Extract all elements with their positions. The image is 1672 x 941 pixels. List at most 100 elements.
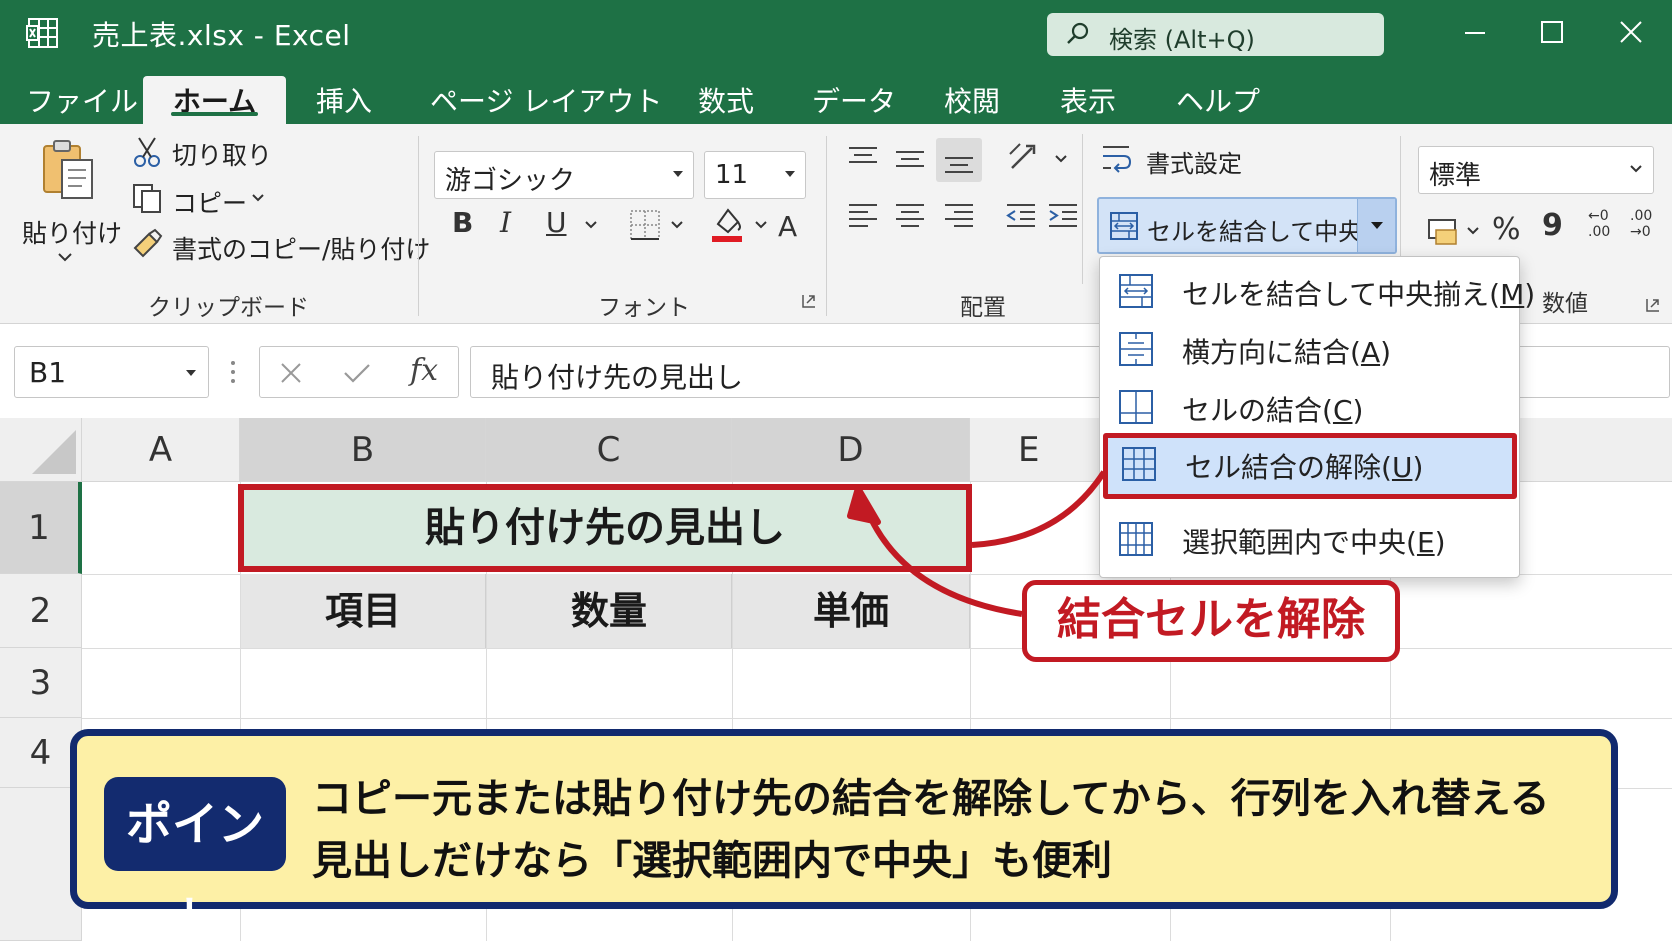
chevron-down-icon[interactable]	[754, 220, 768, 230]
menu-item-unmerge-cells[interactable]: セル結合の解除(U)	[1103, 433, 1517, 499]
fill-color-icon[interactable]	[708, 204, 746, 244]
dialog-launcher-icon[interactable]	[1646, 298, 1660, 312]
tab-formulas[interactable]: 数式	[698, 76, 754, 124]
menu-item-label: セル結合の解除(U)	[1185, 446, 1423, 486]
name-box[interactable]: B1	[14, 346, 209, 398]
align-left-icon[interactable]	[846, 200, 880, 232]
menu-item-merge-cells[interactable]: セルの結合(C)	[1100, 377, 1519, 435]
row-header-1[interactable]: 1	[0, 482, 82, 574]
point-text-line-2: 見出しだけなら「選択範囲内で中央」も便利	[312, 838, 1112, 884]
close-icon[interactable]	[1608, 10, 1654, 56]
merge-dropdown-menu: セルを結合して中央揃え(M) 横方向に結合(A) セルの結合(C) セル結合の解…	[1099, 256, 1535, 578]
window-title: 売上表.xlsx - Excel	[92, 19, 351, 52]
font-group-label: フォント	[598, 295, 690, 321]
wrap-text-icon[interactable]	[1100, 142, 1132, 176]
dropdown-arrow-icon	[673, 171, 683, 177]
maximize-icon[interactable]	[1529, 10, 1575, 56]
header-cell-item[interactable]: 項目	[241, 574, 486, 648]
menu-item-text: セルを結合して中央揃え(	[1182, 278, 1501, 311]
copy-button[interactable]: コピー	[172, 184, 247, 220]
bottom-align-button[interactable]	[936, 138, 982, 182]
chevron-down-icon[interactable]	[584, 220, 598, 230]
wrap-text-button[interactable]: 書式設定	[1146, 144, 1242, 179]
format-painter-button[interactable]: 書式のコピー/貼り付け	[172, 230, 430, 266]
search-icon	[1067, 22, 1089, 44]
divider	[418, 136, 419, 316]
chevron-down-icon[interactable]	[1466, 226, 1480, 236]
minimize-icon[interactable]	[1452, 10, 1498, 56]
header-cell-unit-price[interactable]: 単価	[733, 574, 970, 648]
row-header-3[interactable]: 3	[0, 648, 82, 718]
access-key: E	[1416, 526, 1435, 559]
italic-button[interactable]: I	[500, 206, 511, 239]
tab-page-layout[interactable]: ページ レイアウト	[430, 76, 662, 124]
comma-style-button[interactable]: 9	[1542, 208, 1563, 243]
increase-decimal-button[interactable]: ←0 .00	[1588, 208, 1622, 240]
row-header-2[interactable]: 2	[0, 574, 82, 648]
decrease-decimal-button[interactable]: .00 →0	[1630, 208, 1664, 240]
column-header-d[interactable]: D	[732, 418, 970, 482]
paste-icon[interactable]	[38, 138, 98, 202]
drag-handle-icon[interactable]	[229, 358, 237, 386]
excel-app-icon	[26, 18, 58, 48]
column-header-a[interactable]: A	[82, 418, 240, 482]
merge-cells-icon	[1119, 390, 1153, 424]
menu-item-center-across-selection[interactable]: 選択範囲内で中央(E)	[1100, 509, 1519, 567]
search-box[interactable]: 検索 (Alt+Q)	[1047, 13, 1384, 56]
decrease-indent-icon[interactable]	[1004, 200, 1038, 232]
increase-indent-icon[interactable]	[1046, 200, 1080, 232]
chevron-down-icon[interactable]	[670, 220, 684, 230]
tab-help[interactable]: ヘルプ	[1176, 76, 1260, 124]
scissors-icon	[134, 137, 160, 167]
number-format-select[interactable]: 標準	[1418, 146, 1654, 194]
dialog-launcher-icon[interactable]	[802, 294, 816, 308]
enter-check-icon[interactable]	[342, 361, 372, 385]
tab-data[interactable]: データ	[812, 76, 896, 124]
header-cell-quantity[interactable]: 数量	[487, 574, 732, 648]
tab-view[interactable]: 表示	[1060, 76, 1116, 124]
select-all-corner[interactable]	[0, 418, 82, 482]
chevron-down-icon	[1630, 165, 1642, 173]
menu-item-paren: )	[1434, 526, 1446, 559]
chevron-down-icon[interactable]	[55, 250, 75, 264]
chevron-down-icon[interactable]	[250, 192, 266, 204]
align-right-icon[interactable]	[942, 200, 976, 232]
font-size-select[interactable]: 11	[704, 151, 806, 199]
tab-review[interactable]: 校閲	[944, 76, 1000, 124]
font-name-select[interactable]: 游ゴシック	[434, 151, 694, 199]
merge-center-button[interactable]: セルを結合して中央揃え	[1097, 197, 1397, 281]
merged-title-cell[interactable]: 貼り付け先の見出し	[238, 484, 972, 572]
currency-format-icon[interactable]	[1426, 216, 1460, 246]
orientation-icon[interactable]	[1006, 140, 1044, 176]
borders-icon[interactable]	[628, 208, 662, 242]
column-header-b[interactable]: B	[240, 418, 486, 482]
tab-insert[interactable]: 挿入	[316, 76, 372, 124]
merge-center-icon	[1110, 212, 1138, 240]
access-key: C	[1332, 394, 1353, 427]
grow-font-button[interactable]: A	[778, 210, 797, 243]
underline-button[interactable]: U	[546, 206, 567, 239]
clipboard-group-label: クリップボード	[148, 295, 309, 321]
menu-item-merge-center[interactable]: セルを結合して中央揃え(M)	[1100, 261, 1535, 319]
tab-home[interactable]: ホーム	[143, 76, 286, 124]
merge-dropdown-toggle[interactable]	[1357, 199, 1395, 252]
column-header-c[interactable]: C	[486, 418, 732, 482]
middle-align-icon[interactable]	[893, 144, 927, 174]
paste-button[interactable]: 貼り付け	[22, 214, 122, 250]
cut-button[interactable]: 切り取り	[172, 136, 272, 172]
menu-item-label: セルを結合して中央揃え(M)	[1182, 273, 1535, 313]
name-box-value: B1	[29, 356, 67, 389]
percent-style-button[interactable]: %	[1492, 212, 1521, 247]
point-tip-box: ポイント コピー元または貼り付け先の結合を解除してから、行列を入れ替える 見出し…	[70, 729, 1618, 941]
dropdown-arrow-icon	[785, 171, 795, 177]
bold-button[interactable]: B	[452, 206, 473, 239]
top-align-icon[interactable]	[846, 144, 880, 174]
menu-item-merge-across[interactable]: 横方向に結合(A)	[1100, 319, 1519, 377]
insert-function-button[interactable]: fx	[410, 353, 438, 388]
tab-file[interactable]: ファイル	[26, 76, 138, 124]
cancel-icon[interactable]	[278, 361, 304, 385]
increase-decimal-label: ←0 .00	[1588, 208, 1611, 240]
center-across-selection-icon	[1119, 522, 1153, 556]
chevron-down-icon[interactable]	[1054, 154, 1068, 164]
align-center-icon[interactable]	[893, 200, 927, 232]
